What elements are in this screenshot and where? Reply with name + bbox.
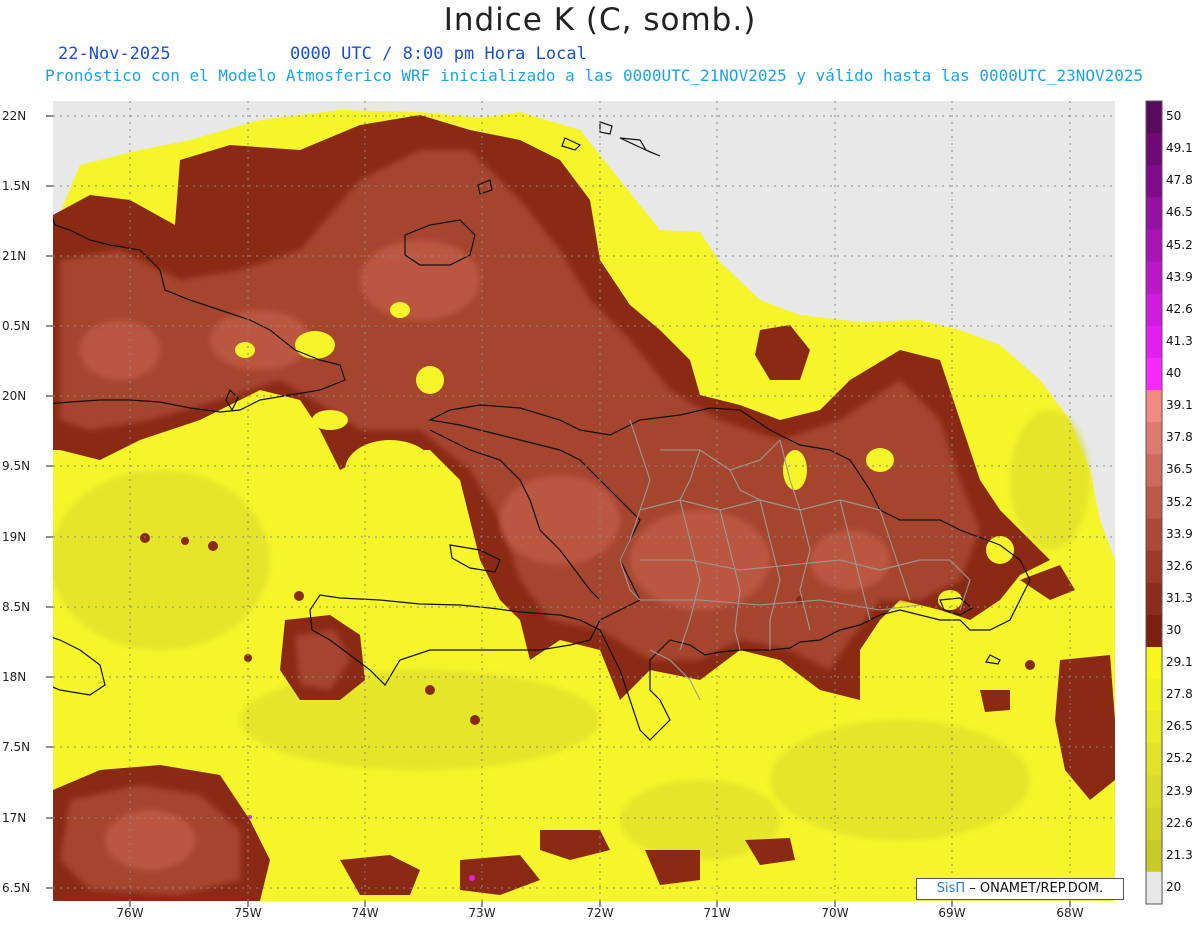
colorbar-swatch bbox=[1146, 197, 1162, 230]
colorbar-swatch bbox=[1146, 647, 1162, 680]
colorbar-label: 37.8 bbox=[1166, 430, 1193, 445]
colorbar-swatch bbox=[1146, 390, 1162, 423]
lon-label: 74W bbox=[351, 906, 379, 920]
colorbar-swatch bbox=[1146, 807, 1162, 841]
colorbar-swatch bbox=[1146, 518, 1162, 552]
colorbar-swatch bbox=[1146, 293, 1162, 327]
lat-label: 21N bbox=[2, 249, 27, 263]
colorbar-swatch bbox=[1146, 101, 1162, 134]
map-field bbox=[53, 101, 1115, 901]
colorbar-label: 22.6 bbox=[1166, 815, 1193, 830]
colorbar-swatch bbox=[1146, 743, 1162, 777]
colorbar-swatch bbox=[1146, 357, 1162, 391]
colorbar-label: 42.6 bbox=[1166, 301, 1193, 316]
colorbar-swatch bbox=[1146, 871, 1162, 905]
colorbar-swatch bbox=[1146, 711, 1162, 744]
credit-box: SisΠ – ONAMET/REP.DOM. bbox=[916, 878, 1124, 900]
lon-label: 69W bbox=[938, 906, 966, 920]
lon-label: 68W bbox=[1056, 906, 1084, 920]
colorbar-label: 47.8 bbox=[1166, 173, 1193, 188]
lat-label: 20N bbox=[2, 389, 27, 403]
colorbar-label: 20 bbox=[1166, 879, 1182, 894]
colorbar-swatch bbox=[1146, 550, 1162, 584]
colorbar-swatch bbox=[1146, 454, 1162, 487]
colorbar-swatch bbox=[1146, 679, 1162, 712]
colorbar-label: 26.5 bbox=[1166, 719, 1193, 734]
colorbar-swatch bbox=[1146, 486, 1162, 520]
lat-label: 22N bbox=[2, 109, 27, 123]
lon-label: 70W bbox=[821, 906, 849, 920]
colorbar-label: 32.6 bbox=[1166, 558, 1193, 573]
colorbar-label: 39.1 bbox=[1166, 398, 1193, 413]
colorbar-label: 45.2 bbox=[1166, 237, 1193, 252]
colorbar-label: 21.3 bbox=[1166, 847, 1193, 862]
magenta-cell bbox=[469, 875, 475, 881]
colorbar-label: 50 bbox=[1166, 109, 1182, 124]
lat-label: 18N bbox=[2, 670, 27, 684]
lon-label: 71W bbox=[703, 906, 731, 920]
colorbar-swatch bbox=[1146, 261, 1162, 295]
colorbar-label: 25.2 bbox=[1166, 751, 1193, 766]
colorbar-swatch bbox=[1146, 133, 1162, 166]
credit-text: – ONAMET/REP.DOM. bbox=[969, 881, 1104, 896]
colorbar-label: 31.3 bbox=[1166, 590, 1193, 605]
colorbar-label: 35.2 bbox=[1166, 494, 1193, 509]
colorbar-swatch bbox=[1146, 229, 1162, 263]
lat-label: 0.5N bbox=[2, 319, 31, 333]
colorbar-label: 27.8 bbox=[1166, 687, 1193, 702]
colorbar-label: 40 bbox=[1166, 366, 1182, 381]
lat-label: 1.5N bbox=[2, 179, 31, 193]
lat-label: 8.5N bbox=[2, 600, 31, 614]
colorbar-swatch bbox=[1146, 775, 1162, 809]
lon-label: 76W bbox=[116, 906, 144, 920]
colorbar-swatch bbox=[1146, 422, 1162, 455]
colorbar-label: 43.9 bbox=[1166, 269, 1193, 284]
colorbar-swatch bbox=[1146, 325, 1162, 359]
lat-label: 17N bbox=[2, 811, 27, 825]
colorbar-swatch bbox=[1146, 614, 1162, 648]
colorbar bbox=[1146, 101, 1162, 905]
lat-label: 7.5N bbox=[2, 740, 31, 754]
lat-label: 6.5N bbox=[2, 881, 31, 895]
lon-label: 73W bbox=[468, 906, 496, 920]
colorbar-label: 23.9 bbox=[1166, 783, 1193, 798]
colorbar-label: 30 bbox=[1166, 622, 1182, 637]
lon-label: 75W bbox=[234, 906, 262, 920]
k-index-map bbox=[46, 100, 1163, 907]
colorbar-swatch bbox=[1146, 582, 1162, 616]
lat-label: 9.5N bbox=[2, 459, 31, 473]
lat-label: 19N bbox=[2, 530, 27, 544]
colorbar-label: 33.9 bbox=[1166, 526, 1193, 541]
colorbar-label: 36.5 bbox=[1166, 462, 1193, 477]
colorbar-label: 41.3 bbox=[1166, 333, 1193, 348]
colorbar-label: 29.1 bbox=[1166, 655, 1193, 670]
colorbar-swatch bbox=[1146, 165, 1162, 198]
colorbar-label: 46.5 bbox=[1166, 205, 1193, 220]
colorbar-swatch bbox=[1146, 839, 1162, 873]
sispi-logo: SisΠ bbox=[936, 881, 966, 896]
lon-label: 72W bbox=[586, 906, 614, 920]
colorbar-label: 49.1 bbox=[1166, 141, 1193, 156]
